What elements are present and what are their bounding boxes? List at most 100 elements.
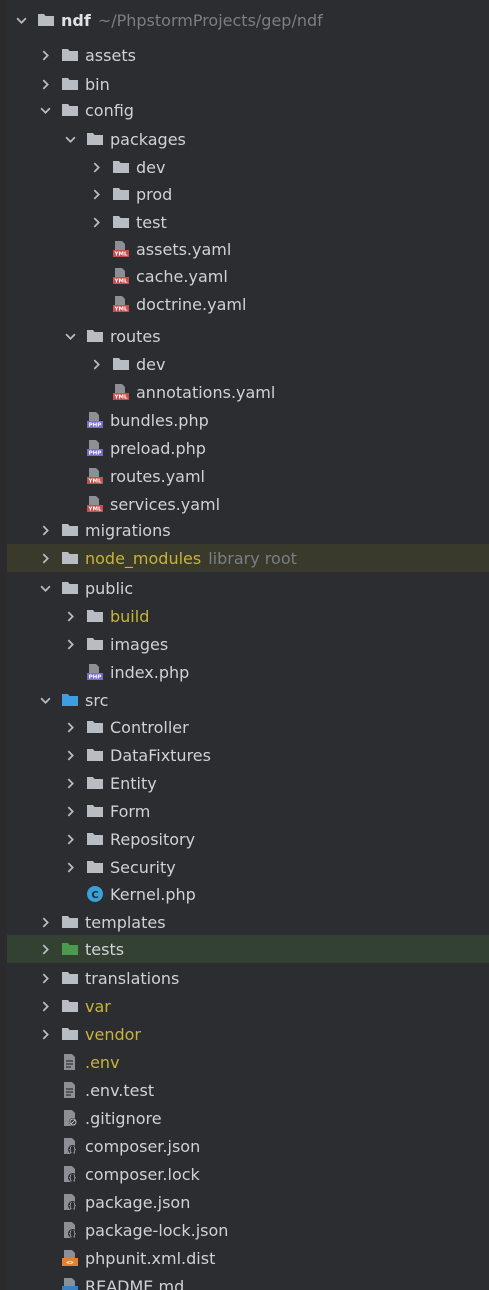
chevron-right-icon[interactable]	[38, 942, 52, 956]
tree-item-composer-lock[interactable]: {} composer.lock	[7, 1160, 489, 1188]
chevron-right-icon[interactable]	[63, 637, 77, 651]
yaml-file-icon: YML	[112, 383, 130, 401]
tree-item-label: config	[85, 100, 134, 120]
chevron-right-icon[interactable]	[89, 187, 103, 201]
chevron-right-icon[interactable]	[63, 832, 77, 846]
tree-item-entity[interactable]: Entity	[7, 769, 489, 797]
chevron-down-icon[interactable]	[38, 693, 52, 707]
tree-root-ndf[interactable]: ndf ~/PhpstormProjects/gep/ndf	[7, 6, 489, 34]
tree-item-vendor[interactable]: vendor	[7, 1020, 489, 1048]
chevron-right-icon[interactable]	[38, 523, 52, 537]
chevron-right-icon[interactable]	[38, 551, 52, 565]
chevron-right-icon[interactable]	[63, 748, 77, 762]
library-root-label: library root	[208, 548, 297, 568]
chevron-right-icon[interactable]	[63, 804, 77, 818]
tree-item-label: services.yaml	[110, 494, 221, 514]
tree-item-routes-yaml[interactable]: YML routes.yaml	[7, 462, 489, 490]
chevron-right-icon[interactable]	[38, 48, 52, 62]
tree-item-label: var	[85, 996, 111, 1016]
tree-item-bin[interactable]: bin	[7, 70, 489, 98]
tree-item-src[interactable]: src	[7, 686, 489, 714]
tree-item-package-lock-json[interactable]: {} package-lock.json	[7, 1216, 489, 1244]
tree-item-assets-yaml[interactable]: YML assets.yaml	[7, 235, 489, 263]
folder-icon	[86, 802, 104, 820]
chevron-down-icon[interactable]	[14, 13, 28, 27]
chevron-right-icon[interactable]	[89, 160, 103, 174]
tree-item-preload-php[interactable]: PHP preload.php	[7, 434, 489, 462]
tree-item-doctrine-yaml[interactable]: YML doctrine.yaml	[7, 290, 489, 318]
tree-item-services-yaml[interactable]: YML services.yaml	[7, 490, 489, 518]
tree-item-label: dev	[136, 157, 166, 177]
chevron-right-icon[interactable]	[38, 971, 52, 985]
svg-text:{}: {}	[68, 1174, 76, 1182]
tree-item-label: doctrine.yaml	[136, 294, 247, 314]
tree-item-cache-yaml[interactable]: YML cache.yaml	[7, 262, 489, 290]
tree-item-dev[interactable]: dev	[7, 153, 489, 181]
tree-item-form[interactable]: Form	[7, 797, 489, 825]
svg-text:{}: {}	[68, 1230, 76, 1238]
tree-item-assets[interactable]: assets	[7, 41, 489, 69]
tree-item-test[interactable]: test	[7, 208, 489, 236]
tree-item-kernel-php[interactable]: C Kernel.php	[7, 880, 489, 908]
folder-icon	[86, 858, 104, 876]
tree-item-label: .gitignore	[85, 1108, 162, 1128]
tree-item-translations[interactable]: translations	[7, 964, 489, 992]
tree-item-node-modules[interactable]: node_modules library root	[7, 544, 489, 572]
svg-text:YML: YML	[114, 395, 128, 401]
tree-item-composer-json[interactable]: {} composer.json	[7, 1132, 489, 1160]
tree-item-migrations[interactable]: migrations	[7, 516, 489, 544]
tree-item-label: Controller	[110, 717, 189, 737]
chevron-down-icon[interactable]	[38, 581, 52, 595]
chevron-down-icon[interactable]	[63, 132, 77, 146]
svg-text:{}: {}	[68, 1146, 76, 1154]
markdown-file-icon	[61, 1277, 79, 1290]
chevron-down-icon[interactable]	[63, 329, 77, 343]
tree-item-security[interactable]: Security	[7, 853, 489, 881]
tree-item-package-json[interactable]: {} package.json	[7, 1188, 489, 1216]
svg-text:YML: YML	[114, 279, 128, 285]
tree-item-datafixtures[interactable]: DataFixtures	[7, 741, 489, 769]
svg-text:YML: YML	[88, 507, 102, 513]
folder-icon	[61, 997, 79, 1015]
chevron-right-icon[interactable]	[38, 999, 52, 1013]
chevron-right-icon[interactable]	[38, 915, 52, 929]
tree-item-annotations-yaml[interactable]: YML annotations.yaml	[7, 378, 489, 406]
tree-item-env-test[interactable]: .env.test	[7, 1076, 489, 1104]
tree-item-public[interactable]: public	[7, 574, 489, 602]
tree-item-config[interactable]: config	[7, 96, 489, 124]
folder-icon	[86, 830, 104, 848]
tree-item-repository[interactable]: Repository	[7, 825, 489, 853]
chevron-right-icon[interactable]	[89, 215, 103, 229]
tree-item-routes[interactable]: routes	[7, 322, 489, 350]
tree-item-templates[interactable]: templates	[7, 908, 489, 936]
tree-item-tests[interactable]: tests	[7, 935, 489, 963]
tree-item-var[interactable]: var	[7, 992, 489, 1020]
chevron-right-icon[interactable]	[63, 609, 77, 623]
tree-item-routes-dev[interactable]: dev	[7, 350, 489, 378]
tree-item-controller[interactable]: Controller	[7, 713, 489, 741]
json-file-icon: {}	[61, 1137, 79, 1155]
tree-item-readme-md[interactable]: README.md	[7, 1272, 489, 1290]
chevron-right-icon[interactable]	[38, 77, 52, 91]
tree-item-build[interactable]: build	[7, 602, 489, 630]
tree-item-index-php[interactable]: PHP index.php	[7, 658, 489, 686]
tree-item-label: index.php	[110, 662, 190, 682]
tree-item-gitignore[interactable]: .gitignore	[7, 1104, 489, 1132]
chevron-right-icon[interactable]	[63, 860, 77, 874]
yaml-file-icon: YML	[86, 495, 104, 513]
chevron-right-icon[interactable]	[38, 1027, 52, 1041]
chevron-right-icon[interactable]	[63, 776, 77, 790]
tree-item-packages[interactable]: packages	[7, 125, 489, 153]
tree-item-prod[interactable]: prod	[7, 180, 489, 208]
svg-text:PHP: PHP	[89, 423, 102, 429]
tree-item-phpunit-xml-dist[interactable]: <> phpunit.xml.dist	[7, 1244, 489, 1272]
chevron-down-icon[interactable]	[38, 103, 52, 117]
tree-item-bundles-php[interactable]: PHP bundles.php	[7, 406, 489, 434]
tree-item-env[interactable]: .env	[7, 1048, 489, 1076]
test-folder-icon	[61, 940, 79, 958]
tree-item-label: dev	[136, 354, 166, 374]
tree-item-images[interactable]: images	[7, 630, 489, 658]
tree-item-label: phpunit.xml.dist	[85, 1248, 216, 1268]
chevron-right-icon[interactable]	[89, 357, 103, 371]
chevron-right-icon[interactable]	[63, 720, 77, 734]
